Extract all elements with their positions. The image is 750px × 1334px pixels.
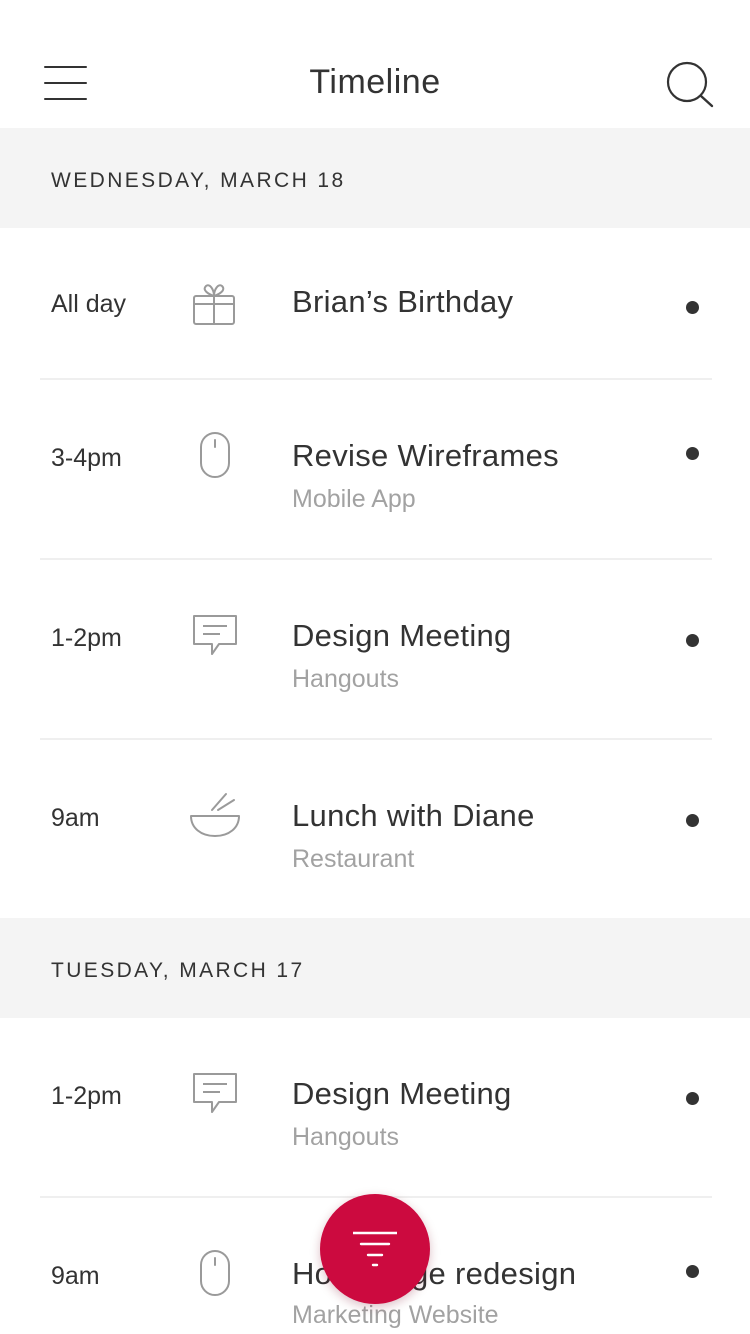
event-title: Brian’s Birthday — [292, 284, 514, 319]
section-date-label: TUESDAY, MARCH 17 — [51, 959, 305, 982]
event-title: Lunch with Diane — [292, 798, 535, 833]
event-time: 1-2pm — [51, 1082, 122, 1110]
filter-fab-button[interactable] — [320, 1194, 430, 1304]
event-title: Design Meeting — [292, 618, 512, 653]
status-dot — [686, 301, 699, 314]
event-time: 9am — [51, 804, 100, 832]
date-section-header: TUESDAY, MARCH 17 — [0, 918, 750, 1018]
event-subtitle: Mobile App — [292, 485, 416, 513]
status-dot — [686, 634, 699, 647]
event-time: 3-4pm — [51, 444, 122, 472]
event-time: 1-2pm — [51, 624, 122, 652]
event-row[interactable]: 3-4pm Revise Wireframes Mobile App — [0, 380, 750, 560]
event-title: Revise Wireframes — [292, 438, 559, 473]
chat-bubble-icon — [188, 1070, 242, 1124]
status-dot — [686, 1265, 699, 1278]
filter-icon — [353, 1231, 397, 1267]
event-subtitle: Hangouts — [292, 1123, 400, 1151]
section-date-label: WEDNESDAY, MARCH 18 — [51, 169, 346, 192]
top-bar: Timeline — [0, 0, 750, 128]
event-time: 9am — [51, 1262, 100, 1290]
chat-bubble-icon — [188, 612, 242, 666]
event-row[interactable]: 9am Lunch with Diane Restaurant — [0, 740, 750, 920]
event-title: Design Meeting — [292, 1076, 512, 1111]
gift-icon — [188, 280, 242, 334]
status-dot — [686, 814, 699, 827]
mouse-icon — [188, 430, 242, 484]
event-row[interactable]: 1-2pm Design Meeting Hangouts — [0, 1018, 750, 1198]
event-subtitle: Restaurant — [292, 845, 415, 873]
event-row[interactable]: 1-2pm Design Meeting Hangouts — [0, 560, 750, 740]
bowl-chopsticks-icon — [188, 790, 242, 844]
event-subtitle: Hangouts — [292, 665, 400, 693]
status-dot — [686, 447, 699, 460]
mouse-icon — [188, 1248, 242, 1302]
status-dot — [686, 1092, 699, 1105]
date-section-header: WEDNESDAY, MARCH 18 — [0, 128, 750, 228]
event-time: All day — [51, 290, 127, 318]
search-icon[interactable] — [664, 60, 716, 112]
page-title: Timeline — [309, 63, 441, 101]
event-subtitle: Marketing Website — [292, 1301, 499, 1329]
